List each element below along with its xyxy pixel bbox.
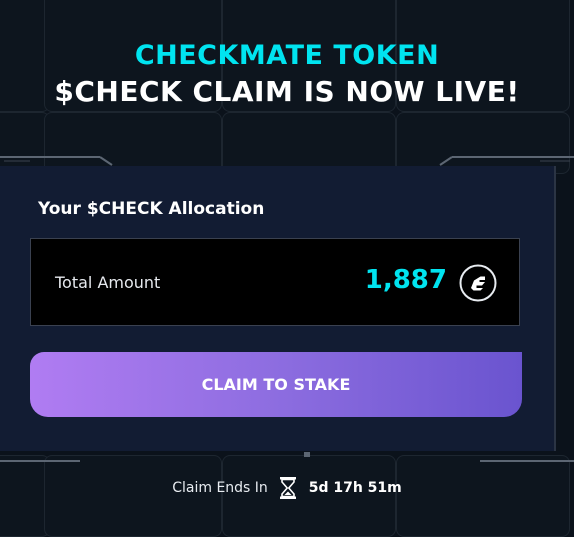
total-amount-value: 1,887 [364, 265, 447, 295]
frame-right-edge [554, 166, 556, 451]
page-subtitle: $CHECK CLAIM IS NOW LIVE! [54, 75, 520, 108]
check-token-icon [459, 264, 497, 302]
claim-to-stake-label: CLAIM TO STAKE [201, 375, 351, 394]
claim-ends-label: Claim Ends In [172, 480, 268, 496]
page-title: CHECKMATE TOKEN [134, 40, 440, 71]
allocation-title: Your $CHECK Allocation [38, 199, 265, 219]
total-amount-label: Total Amount [55, 273, 161, 292]
countdown-timer: 5d 17h 51m [308, 480, 402, 496]
total-amount-box: Total Amount 1,887 [30, 238, 520, 326]
claim-to-stake-button[interactable]: CLAIM TO STAKE [30, 352, 522, 417]
hourglass-icon [280, 477, 297, 499]
claim-countdown: Claim Ends In 5d 17h 51m [0, 476, 574, 500]
frame-bottom-decoration [0, 452, 574, 462]
